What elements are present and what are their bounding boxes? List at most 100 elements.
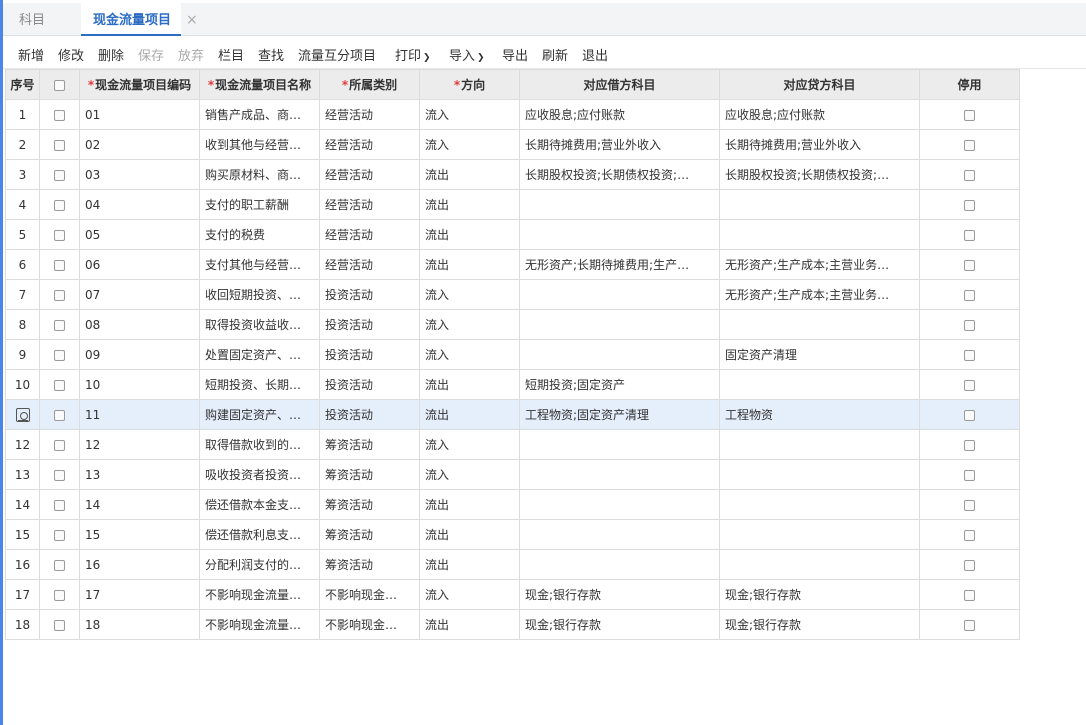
cell-debit[interactable] xyxy=(519,309,720,340)
cell-code[interactable]: 03 xyxy=(79,159,200,190)
import-button[interactable]: 导入 ❯ xyxy=(449,45,485,64)
cell-direction[interactable]: 流出 xyxy=(419,249,520,280)
column-header-code[interactable]: *现金流量项目编码 xyxy=(79,69,200,100)
row-select-cell[interactable] xyxy=(39,519,80,550)
cell-code[interactable]: 06 xyxy=(79,249,200,280)
row-checkbox[interactable] xyxy=(54,529,65,541)
table-row[interactable]: 18 18 不影响现金流量… 不影响现金… 流出 现金;银行存款 现金;银行存款 xyxy=(5,609,1020,640)
row-checkbox[interactable] xyxy=(54,349,65,361)
tab-accounts[interactable]: 科目 xyxy=(9,3,55,36)
print-button[interactable]: 打印 ❯ xyxy=(395,45,431,64)
cell-credit[interactable] xyxy=(719,549,920,580)
table-row[interactable]: 4 04 支付的职工薪酬 经营活动 流出 xyxy=(5,189,1020,220)
cell-direction[interactable]: 流入 xyxy=(419,459,520,490)
cell-category[interactable]: 投资活动 xyxy=(319,369,420,400)
cell-code[interactable]: 10 xyxy=(79,369,200,400)
table-row[interactable]: 8 08 取得投资收益收… 投资活动 流入 xyxy=(5,309,1020,340)
row-checkbox[interactable] xyxy=(54,439,65,451)
cell-disabled[interactable] xyxy=(919,159,1020,190)
row-select-cell[interactable] xyxy=(39,249,80,280)
cell-debit[interactable] xyxy=(519,459,720,490)
row-checkbox[interactable] xyxy=(54,229,65,241)
row-select-cell[interactable] xyxy=(39,609,80,640)
cell-category[interactable]: 投资活动 xyxy=(319,399,420,430)
cell-direction[interactable]: 流出 xyxy=(419,399,520,430)
cell-name[interactable]: 购建固定资产、… xyxy=(199,399,320,430)
cell-name[interactable]: 不影响现金流量… xyxy=(199,609,320,640)
row-checkbox[interactable] xyxy=(54,589,65,601)
cell-debit[interactable]: 长期股权投资;长期债权投资;… xyxy=(519,159,720,190)
cell-credit[interactable]: 现金;银行存款 xyxy=(719,579,920,610)
table-row[interactable]: 3 03 购买原材料、商… 经营活动 流出 长期股权投资;长期债权投资;… 长期股权投资;长… xyxy=(5,159,1020,190)
cell-debit[interactable] xyxy=(519,219,720,250)
cell-code[interactable]: 13 xyxy=(79,459,200,490)
table-row[interactable]: 6 06 支付其他与经营… 经营活动 流出 无形资产;长期待摊费用;生产… 无形资产;生产成… xyxy=(5,249,1020,280)
cell-disabled[interactable] xyxy=(919,339,1020,370)
row-select-cell[interactable] xyxy=(39,579,80,610)
flow-split-button[interactable]: 流量互分项目 xyxy=(298,45,376,64)
cell-disabled[interactable] xyxy=(919,609,1020,640)
row-select-cell[interactable] xyxy=(39,189,80,220)
cell-debit[interactable]: 应收股息;应付账款 xyxy=(519,99,720,130)
cell-name[interactable]: 取得投资收益收… xyxy=(199,309,320,340)
table-row[interactable]: 2 02 收到其他与经营… 经营活动 流入 长期待摊费用;营业外收入 长期待摊费用;营业外收… xyxy=(5,129,1020,160)
row-checkbox[interactable] xyxy=(54,409,65,421)
cell-category[interactable]: 投资活动 xyxy=(319,339,420,370)
row-checkbox[interactable] xyxy=(54,169,65,181)
cell-disabled[interactable] xyxy=(919,369,1020,400)
cell-direction[interactable]: 流入 xyxy=(419,309,520,340)
cell-category[interactable]: 筹资活动 xyxy=(319,429,420,460)
cell-category[interactable]: 经营活动 xyxy=(319,189,420,220)
disabled-checkbox[interactable] xyxy=(964,319,975,331)
cell-debit[interactable] xyxy=(519,189,720,220)
table-row[interactable]: 5 05 支付的税费 经营活动 流出 xyxy=(5,219,1020,250)
cell-name[interactable]: 销售产成品、商… xyxy=(199,99,320,130)
disabled-checkbox[interactable] xyxy=(964,559,975,571)
column-header-index[interactable]: 序号 xyxy=(5,69,40,100)
cell-code[interactable]: 17 xyxy=(79,579,200,610)
cell-debit[interactable] xyxy=(519,279,720,310)
cell-debit[interactable]: 短期投资;固定资产 xyxy=(519,369,720,400)
cell-credit[interactable] xyxy=(719,189,920,220)
cell-disabled[interactable] xyxy=(919,219,1020,250)
cell-debit[interactable] xyxy=(519,429,720,460)
row-checkbox[interactable] xyxy=(54,199,65,211)
row-checkbox[interactable] xyxy=(54,469,65,481)
cell-direction[interactable]: 流入 xyxy=(419,339,520,370)
cell-category[interactable]: 不影响现金… xyxy=(319,609,420,640)
row-checkbox[interactable] xyxy=(54,259,65,271)
disabled-checkbox[interactable] xyxy=(964,589,975,601)
cell-direction[interactable]: 流出 xyxy=(419,549,520,580)
cell-credit[interactable] xyxy=(719,519,920,550)
cell-credit[interactable] xyxy=(719,459,920,490)
cell-credit[interactable]: 长期股权投资;长期债权投资;… xyxy=(719,159,920,190)
cell-name[interactable]: 支付的税费 xyxy=(199,219,320,250)
cell-code[interactable]: 12 xyxy=(79,429,200,460)
cell-debit[interactable]: 无形资产;长期待摊费用;生产… xyxy=(519,249,720,280)
column-header-disabled[interactable]: 停用 xyxy=(919,69,1020,100)
row-select-cell[interactable] xyxy=(39,99,80,130)
row-select-cell[interactable] xyxy=(39,159,80,190)
cell-disabled[interactable] xyxy=(919,399,1020,430)
cell-disabled[interactable] xyxy=(919,459,1020,490)
cell-code[interactable]: 07 xyxy=(79,279,200,310)
cell-credit[interactable] xyxy=(719,489,920,520)
cell-name[interactable]: 收到其他与经营… xyxy=(199,129,320,160)
cell-credit[interactable] xyxy=(719,429,920,460)
cell-category[interactable]: 经营活动 xyxy=(319,249,420,280)
cell-disabled[interactable] xyxy=(919,99,1020,130)
cell-debit[interactable]: 现金;银行存款 xyxy=(519,609,720,640)
cell-credit[interactable] xyxy=(719,219,920,250)
column-header-direction[interactable]: *方向 xyxy=(419,69,520,100)
cell-category[interactable]: 经营活动 xyxy=(319,129,420,160)
cell-credit[interactable]: 无形资产;生产成本;主营业务… xyxy=(719,279,920,310)
cell-name[interactable]: 短期投资、长期… xyxy=(199,369,320,400)
cell-category[interactable]: 投资活动 xyxy=(319,279,420,310)
row-select-cell[interactable] xyxy=(39,489,80,520)
disabled-checkbox[interactable] xyxy=(964,139,975,151)
cell-direction[interactable]: 流出 xyxy=(419,489,520,520)
table-row[interactable]: 9 09 处置固定资产、… 投资活动 流入 固定资产清理 xyxy=(5,339,1020,370)
row-select-cell[interactable] xyxy=(39,459,80,490)
row-select-cell[interactable] xyxy=(39,339,80,370)
cell-disabled[interactable] xyxy=(919,279,1020,310)
